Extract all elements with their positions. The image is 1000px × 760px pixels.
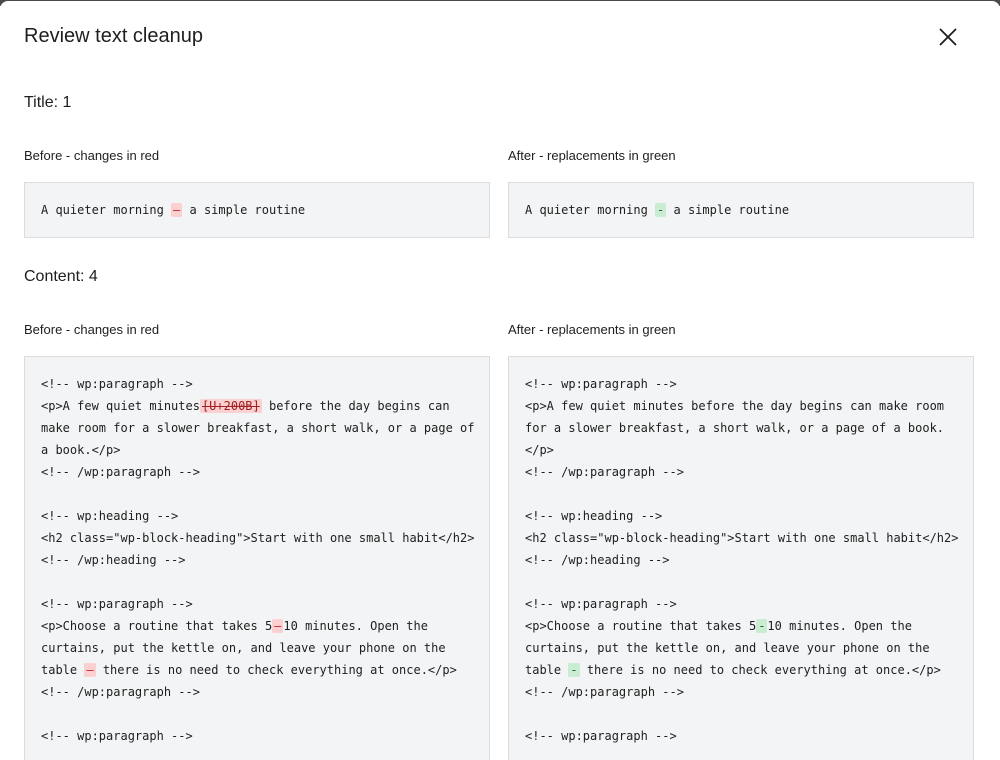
line-text: 10 minutes. Open the [283,619,428,633]
code-line: <!-- wp:heading --> [41,505,473,527]
title-section-heading: Title: 1 [24,94,72,111]
line-text: <!-- /wp:heading --> [41,553,186,567]
line-text: a simple routine [182,203,306,217]
line-text: <!-- wp:paragraph --> [525,597,677,611]
code-line: <!-- /wp:heading --> [41,549,473,571]
title-after-line: A quieter morning - a simple routine [525,199,957,221]
line-text: curtains, put the kettle on, and leave y… [525,641,930,655]
code-line: <!-- /wp:paragraph --> [41,461,473,483]
modal-title: Review text cleanup [24,25,203,47]
line-text: table [525,663,569,677]
replacement-char: - [655,203,667,217]
removed-char: — [84,663,96,677]
line-text: <!-- /wp:paragraph --> [41,685,200,699]
line-text: A quieter morning [525,203,656,217]
line-text: 10 minutes. Open the [767,619,912,633]
code-line: <!-- wp:paragraph --> [41,373,473,395]
code-line: <!-- /wp:paragraph --> [525,681,957,703]
line-text: <!-- wp:heading --> [41,509,179,523]
content-before-label: Before - changes in red [24,322,160,337]
code-line: <!-- wp:heading --> [525,505,957,527]
code-line: </p> [525,439,957,461]
line-text: there is no need to check everything at … [95,663,457,677]
code-line: <h2 class="wp-block-heading">Start with … [525,527,959,549]
line-text: <p>Choose a routine that takes 5 [525,619,757,633]
code-line: <!-- /wp:paragraph --> [525,461,957,483]
line-text: a simple routine [666,203,790,217]
content-after-box: <!-- wp:paragraph --> <p>A few quiet minu… [508,356,974,760]
code-line: <!-- wp:paragraph --> [525,593,957,615]
line-text: for a slower breakfast, a short walk, or… [525,421,945,435]
content-after-label: After - replacements in green [508,322,676,337]
code-line: table - there is no need to check everyt… [525,659,957,681]
code-line: <!-- /wp:heading --> [525,549,957,571]
line-text: <p>A few quiet minutes [41,399,200,413]
line-text: <!-- wp:paragraph --> [525,729,677,743]
code-line: <p>Choose a routine that takes 5-10 minu… [525,615,957,637]
replacement-char: - [756,619,768,633]
review-modal: Review text cleanup Title: 1 Before - ch… [0,1,1000,760]
line-text: <!-- wp:paragraph --> [41,377,193,391]
code-line: <p>A few quiet minutes before the day be… [525,395,957,417]
code-line: make room for a slower breakfast, a shor… [41,417,475,439]
removed-char: [U+200B] [199,399,262,413]
line-text: <!-- wp:paragraph --> [41,729,193,743]
line-text: <!-- wp:paragraph --> [525,377,677,391]
code-line: curtains, put the kettle on, and leave y… [525,637,957,659]
code-line: <p>Choose a routine that takes 5–10 minu… [41,615,473,637]
line-text: <!-- /wp:paragraph --> [41,465,200,479]
line-text: <!-- wp:paragraph --> [41,597,193,611]
content-before-box: <!-- wp:paragraph --> <p>A few quiet minu… [24,356,490,760]
line-text: before the day begins can [261,399,450,413]
line-text: table [41,663,85,677]
line-text: <!-- /wp:paragraph --> [525,465,684,479]
code-line: <!-- wp:paragraph --> [525,725,957,747]
line-text: <!-- /wp:heading --> [525,553,670,567]
content-section-heading: Content: 4 [24,268,98,285]
line-text: <h2 class="wp-block-heading">Start with … [41,531,475,545]
title-after-label: After - replacements in green [508,148,676,163]
line-text: A quieter morning [41,203,172,217]
replacement-char: - [568,663,580,677]
code-line: <!-- wp:paragraph --> [525,373,957,395]
code-line: curtains, put the kettle on, and leave y… [41,637,473,659]
title-before-line: A quieter morning — a simple routine [41,199,473,221]
line-text: <!-- /wp:paragraph --> [525,685,684,699]
code-line: <!-- wp:paragraph --> [41,593,473,615]
removed-char: – [272,619,284,633]
title-before-box: A quieter morning — a simple routine [24,182,490,238]
line-text: <p>Choose a routine that takes 5 [41,619,273,633]
line-text: curtains, put the kettle on, and leave y… [41,641,446,655]
close-button[interactable] [932,21,964,53]
code-line: <p>A few quiet minutes [U+200B] before th… [41,395,473,417]
line-text: a book.</p> [41,443,121,457]
close-icon [939,28,957,46]
line-text: <!-- wp:heading --> [525,509,663,523]
code-line: <!-- /wp:paragraph --> [41,681,473,703]
title-before-label: Before - changes in red [24,148,160,163]
title-after-box: A quieter morning - a simple routine [508,182,974,238]
line-text: <h2 class="wp-block-heading">Start with … [525,531,959,545]
code-line: a book.</p> [41,439,473,461]
line-text: there is no need to check everything at … [579,663,941,677]
code-line: <!-- wp:paragraph --> [41,725,473,747]
code-line: <h2 class="wp-block-heading">Start with … [41,527,475,549]
code-line: table — there is no need to check everyt… [41,659,473,681]
line-text: </p> [525,443,554,457]
code-line: for a slower breakfast, a short walk, or… [525,417,957,439]
line-text: make room for a slower breakfast, a shor… [41,421,475,435]
line-text: <p>A few quiet minutes before the day be… [525,399,945,413]
removed-char: — [171,203,183,217]
